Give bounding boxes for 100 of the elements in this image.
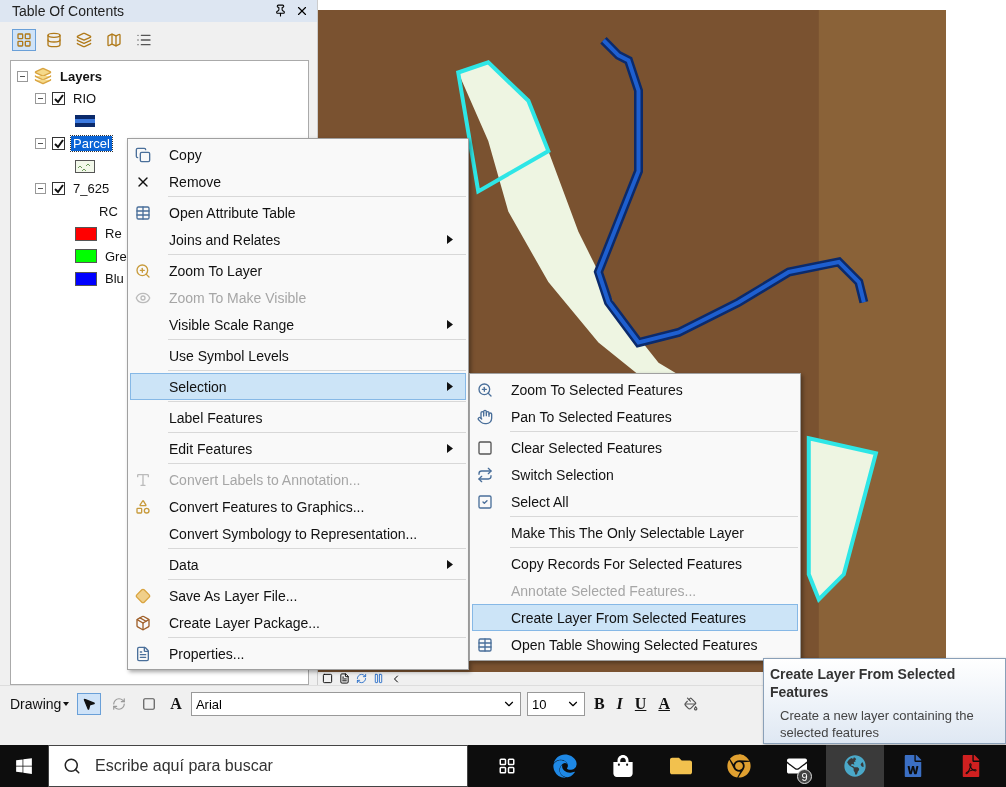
task-view-icon: [498, 757, 516, 775]
layer-checkbox[interactable]: [52, 182, 65, 196]
search-field[interactable]: Escribe aquí para buscar: [48, 745, 468, 787]
search-icon: [63, 757, 81, 775]
globe-button[interactable]: [826, 745, 884, 787]
package-icon: [135, 614, 151, 631]
menu-item[interactable]: Visible Scale Range: [130, 311, 466, 338]
diamond-icon: [135, 587, 151, 604]
layer-name[interactable]: Parcel: [71, 136, 112, 152]
caret-icon: [447, 444, 453, 453]
underline-button[interactable]: U: [631, 695, 650, 713]
swap-icon: [477, 466, 493, 483]
square-icon: [142, 697, 157, 711]
menu-item[interactable]: Save As Layer File...: [130, 582, 466, 609]
legend-label: Blu: [104, 271, 125, 287]
bag-icon: [612, 755, 634, 777]
select-icon: [477, 493, 493, 510]
menu-item[interactable]: Copy: [130, 141, 466, 168]
document-icon: [902, 755, 924, 777]
notification-badge: 9: [797, 769, 812, 784]
layer-checkbox[interactable]: [52, 137, 65, 151]
menu-item[interactable]: Switch Selection: [472, 461, 798, 488]
menu-item[interactable]: Open Attribute Table: [130, 199, 466, 226]
collapse-toggle[interactable]: [35, 138, 46, 150]
grid-button[interactable]: [12, 29, 36, 51]
layers-icon: [34, 67, 52, 86]
layer-name[interactable]: RIO: [71, 91, 99, 107]
font-color-button[interactable]: A: [655, 695, 673, 713]
menu-item[interactable]: Convert Symbology to Representation...: [130, 520, 466, 547]
caret-icon: [447, 320, 453, 329]
caret-icon: [447, 235, 453, 244]
pointer-button[interactable]: [77, 693, 102, 715]
start-icon: [15, 757, 33, 775]
drawing-menu-button[interactable]: Drawing: [8, 696, 72, 712]
bold-button[interactable]: B: [590, 695, 608, 713]
layers-icon: [76, 32, 92, 48]
grid-icon: [16, 32, 32, 48]
pdf-icon: [960, 755, 982, 777]
menu-item[interactable]: Pan To Selected Features: [472, 403, 798, 430]
menu-item[interactable]: Open Table Showing Selected Features: [472, 631, 798, 658]
menu-item[interactable]: Zoom To Layer: [130, 257, 466, 284]
properties-icon: [135, 645, 151, 662]
menu-item[interactable]: Joins and Relates: [130, 226, 466, 253]
browser-icon: [727, 754, 751, 778]
database-icon: [46, 32, 62, 48]
copy-icon: [135, 146, 151, 163]
table-icon: [135, 204, 151, 221]
table-icon: [477, 636, 493, 653]
pointer-icon: [82, 697, 97, 711]
menu-item[interactable]: Clear Selected Features: [472, 434, 798, 461]
italic-button[interactable]: I: [613, 695, 626, 713]
menu-item[interactable]: Copy Records For Selected Features: [472, 550, 798, 577]
line-symbol-icon: [75, 115, 95, 128]
menu-item[interactable]: Make This The Only Selectable Layer: [472, 519, 798, 546]
globe-icon: [844, 755, 866, 777]
collapse-toggle[interactable]: [35, 183, 46, 195]
menu-item[interactable]: Create Layer From Selected Features: [472, 604, 798, 631]
menu-item[interactable]: Zoom To Selected Features: [472, 376, 798, 403]
menu-item[interactable]: Use Symbol Levels: [130, 342, 466, 369]
square-icon: [477, 439, 493, 456]
menu-item[interactable]: Properties...: [130, 640, 466, 667]
menu-item[interactable]: Remove: [130, 168, 466, 195]
pause-icon: [373, 673, 384, 684]
menu-item[interactable]: Select All: [472, 488, 798, 515]
panel-title: Table Of Contents: [12, 3, 125, 19]
tooltip-text: Create a new layer containing the selected features: [780, 707, 975, 741]
list-icon: [136, 32, 152, 48]
hand-icon: [477, 408, 493, 425]
pattern-symbol-icon: [75, 159, 95, 173]
caret-icon: [63, 702, 70, 706]
folder-icon: [670, 755, 692, 777]
layer-name[interactable]: 7_625: [71, 181, 112, 197]
caret-icon: [447, 560, 453, 569]
rotate-icon: [112, 697, 127, 711]
menu-item[interactable]: Label Features: [130, 404, 466, 431]
menu-item[interactable]: Create Layer Package...: [130, 609, 466, 636]
collapse-toggle[interactable]: [35, 93, 46, 105]
menu-item[interactable]: Selection: [130, 373, 466, 400]
tooltip-title: Create Layer From Selected Features: [770, 665, 957, 701]
tree-label[interactable]: Layers: [58, 68, 104, 84]
menu-item[interactable]: Edit Features: [130, 435, 466, 462]
page-icon: [339, 673, 350, 684]
font-size-select[interactable]: 10: [526, 692, 585, 716]
close-icon: [295, 4, 309, 18]
font-select[interactable]: Arial: [190, 692, 521, 716]
legend-label: Gre: [104, 248, 128, 264]
browser-icon: [553, 754, 577, 778]
caret-icon: [447, 382, 453, 391]
text-tool-button[interactable]: A: [167, 695, 185, 713]
shapes-icon: [135, 498, 151, 515]
mail-button[interactable]: 9: [768, 745, 826, 787]
paint-bucket-icon: [683, 697, 698, 711]
menu-item[interactable]: Data: [130, 551, 466, 578]
legend-label: Re: [104, 226, 123, 242]
map-icon: [106, 32, 122, 48]
legend-heading: RC: [98, 203, 119, 219]
collapse-toggle[interactable]: [17, 70, 28, 82]
menu-item[interactable]: Convert Features to Graphics...: [130, 493, 466, 520]
layer-checkbox[interactable]: [52, 92, 65, 106]
refresh-icon: [356, 673, 367, 684]
